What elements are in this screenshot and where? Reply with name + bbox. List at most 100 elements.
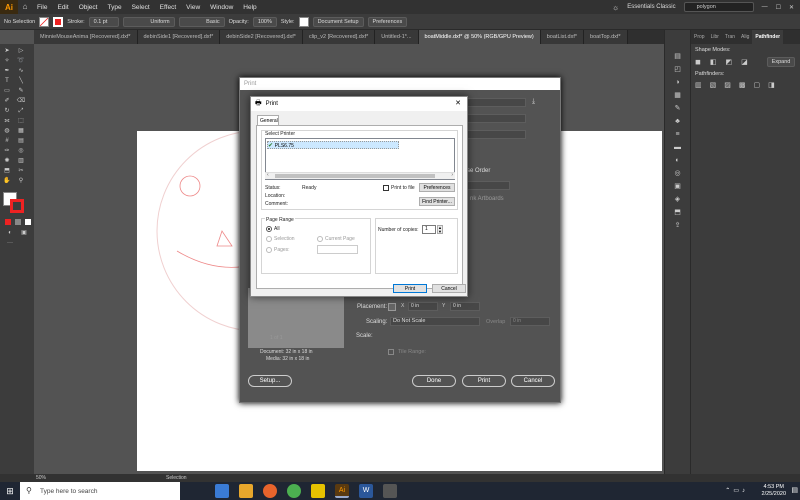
- minimize-icon[interactable]: —: [762, 4, 768, 10]
- stroke-panel-icon[interactable]: ≡: [665, 128, 690, 141]
- appearance-panel-icon[interactable]: ◎: [665, 167, 690, 180]
- none-mode-icon[interactable]: [25, 219, 31, 225]
- placement-x-field[interactable]: 0 in: [408, 302, 438, 311]
- stroke-color-box[interactable]: [10, 199, 24, 213]
- menu-view[interactable]: View: [181, 4, 205, 11]
- shape-builder-icon[interactable]: ◍: [2, 127, 12, 135]
- fill-swatch[interactable]: [39, 16, 50, 27]
- scroll-right-icon[interactable]: ›: [451, 172, 453, 178]
- maximize-icon[interactable]: ☐: [776, 4, 781, 11]
- slice-tool-icon[interactable]: ✂: [16, 167, 26, 175]
- stroke-weight-field[interactable]: 0.1 pt: [88, 16, 119, 27]
- home-icon[interactable]: ⌂: [18, 2, 32, 12]
- properties-panel-icon[interactable]: ▤: [665, 50, 690, 63]
- scroll-thumb[interactable]: [275, 174, 435, 178]
- menu-object[interactable]: Object: [74, 4, 103, 11]
- setup-button[interactable]: Setup...: [248, 375, 292, 387]
- ppd-select[interactable]: [466, 130, 526, 139]
- minus-back-icon[interactable]: ◨: [768, 81, 775, 89]
- menu-file[interactable]: File: [32, 4, 52, 11]
- variable-width-profile[interactable]: Uniform: [122, 16, 175, 27]
- menu-type[interactable]: Type: [102, 4, 126, 11]
- line-tool-icon[interactable]: ╲: [16, 77, 26, 85]
- artboards-panel-icon[interactable]: ⬒: [665, 206, 690, 219]
- graphic-styles-panel-icon[interactable]: ▣: [665, 180, 690, 193]
- color-mode-icon[interactable]: [5, 219, 11, 225]
- win-cancel-button[interactable]: Cancel: [432, 284, 466, 293]
- reverse-order-label[interactable]: rse Order: [465, 168, 490, 174]
- printer-list-scrollbar[interactable]: ‹ ›: [265, 172, 455, 179]
- outline-icon[interactable]: ▢: [754, 81, 761, 89]
- document-setup-button[interactable]: Document Setup: [312, 16, 364, 27]
- direct-selection-tool-icon[interactable]: ▷: [16, 47, 26, 55]
- notifications-icon[interactable]: ▤: [791, 486, 798, 494]
- chrome-icon[interactable]: [287, 484, 301, 498]
- printer-item-selected[interactable]: ✔ PLS6.75: [267, 141, 399, 149]
- tab-debinside2[interactable]: debinSide2 [Recovered].dxf*: [220, 30, 303, 44]
- preferences-button-win[interactable]: Preferences: [419, 183, 455, 192]
- menu-window[interactable]: Window: [205, 4, 238, 11]
- tab-boattop[interactable]: boatTop.dxf*: [584, 30, 628, 44]
- ai-cancel-button[interactable]: Cancel: [511, 375, 555, 387]
- rotate-icon[interactable]: ↻: [2, 107, 12, 115]
- divide-icon[interactable]: ▥: [695, 81, 702, 89]
- scale-icon[interactable]: ⤢: [16, 107, 26, 115]
- task-view-icon[interactable]: [215, 484, 229, 498]
- firefox-icon[interactable]: [263, 484, 277, 498]
- search-input[interactable]: polygon: [683, 2, 754, 12]
- paintbrush-icon[interactable]: ✎: [16, 87, 26, 95]
- done-button[interactable]: Done: [412, 375, 456, 387]
- brush-definition[interactable]: Basic: [178, 16, 225, 27]
- skip-blank-artboards-label[interactable]: nk Artboards: [470, 196, 504, 202]
- tab-debinside1[interactable]: debinSide1 [Recovered].dxf*: [137, 30, 221, 44]
- menu-edit[interactable]: Edit: [52, 4, 73, 11]
- tab-transform[interactable]: Tran: [722, 30, 738, 44]
- file-explorer-icon[interactable]: [239, 484, 253, 498]
- close-icon[interactable]: ✕: [789, 4, 794, 11]
- type-tool-icon[interactable]: T: [2, 77, 12, 85]
- rectangle-tool-icon[interactable]: ▭: [2, 87, 12, 95]
- workspace-switcher[interactable]: Essentials Classic: [627, 4, 675, 10]
- app-icon[interactable]: [311, 484, 325, 498]
- tab-untitled-1[interactable]: Untitled-1*...: [375, 30, 419, 44]
- free-transform-icon[interactable]: ⬚: [16, 117, 26, 125]
- pen-tool-icon[interactable]: ✒: [2, 67, 12, 75]
- scaling-select[interactable]: Do Not Scale: [390, 317, 480, 326]
- width-tool-icon[interactable]: ⟗: [2, 117, 12, 125]
- transparency-panel-icon[interactable]: ◐: [665, 154, 690, 167]
- draw-mode-icon[interactable]: ◐: [5, 229, 15, 237]
- tab-boatlist[interactable]: boatList.dxf*: [540, 30, 585, 44]
- app-icon-2[interactable]: [383, 484, 397, 498]
- copies-spinner[interactable]: ▲ ▼: [437, 225, 443, 234]
- current-page-radio[interactable]: [317, 236, 323, 242]
- tile-range-checkbox[interactable]: [388, 349, 394, 355]
- minus-front-icon[interactable]: ◧: [710, 58, 717, 66]
- illustrator-taskbar-icon[interactable]: Ai: [335, 484, 349, 498]
- stroke-swatch[interactable]: [53, 16, 64, 27]
- placement-grid-icon[interactable]: [388, 303, 396, 311]
- preferences-button[interactable]: Preferences: [367, 16, 408, 27]
- ai-print-button[interactable]: Print: [462, 375, 506, 387]
- libraries-panel-icon[interactable]: ◰: [665, 63, 690, 76]
- all-radio[interactable]: [266, 226, 272, 232]
- shaper-icon[interactable]: ✐: [2, 97, 12, 105]
- magic-wand-icon[interactable]: ✧: [2, 57, 12, 65]
- lasso-icon[interactable]: ➰: [16, 57, 26, 65]
- zoom-tool-icon[interactable]: ⚲: [16, 177, 26, 185]
- printer-select[interactable]: [466, 114, 526, 123]
- selection-tool-icon[interactable]: ➤: [2, 47, 12, 55]
- artboard-tool-icon[interactable]: ⬒: [2, 167, 12, 175]
- page-navigation[interactable]: 1 of 1: [270, 335, 283, 341]
- pages-input[interactable]: [317, 245, 358, 254]
- selection-radio[interactable]: [266, 236, 272, 242]
- unite-icon[interactable]: ◼: [695, 58, 701, 66]
- intersect-icon[interactable]: ◩: [725, 58, 732, 66]
- lightbulb-icon[interactable]: ☼: [612, 3, 619, 12]
- menu-select[interactable]: Select: [127, 4, 155, 11]
- curvature-icon[interactable]: ∿: [16, 67, 26, 75]
- taskbar-search-box[interactable]: ⚲ Type here to search: [20, 482, 180, 500]
- opacity-field[interactable]: 100%: [252, 16, 277, 27]
- graphic-style-swatch[interactable]: [298, 16, 309, 27]
- find-printer-button[interactable]: Find Printer...: [419, 197, 455, 206]
- asset-export-icon[interactable]: ⇪: [665, 219, 690, 232]
